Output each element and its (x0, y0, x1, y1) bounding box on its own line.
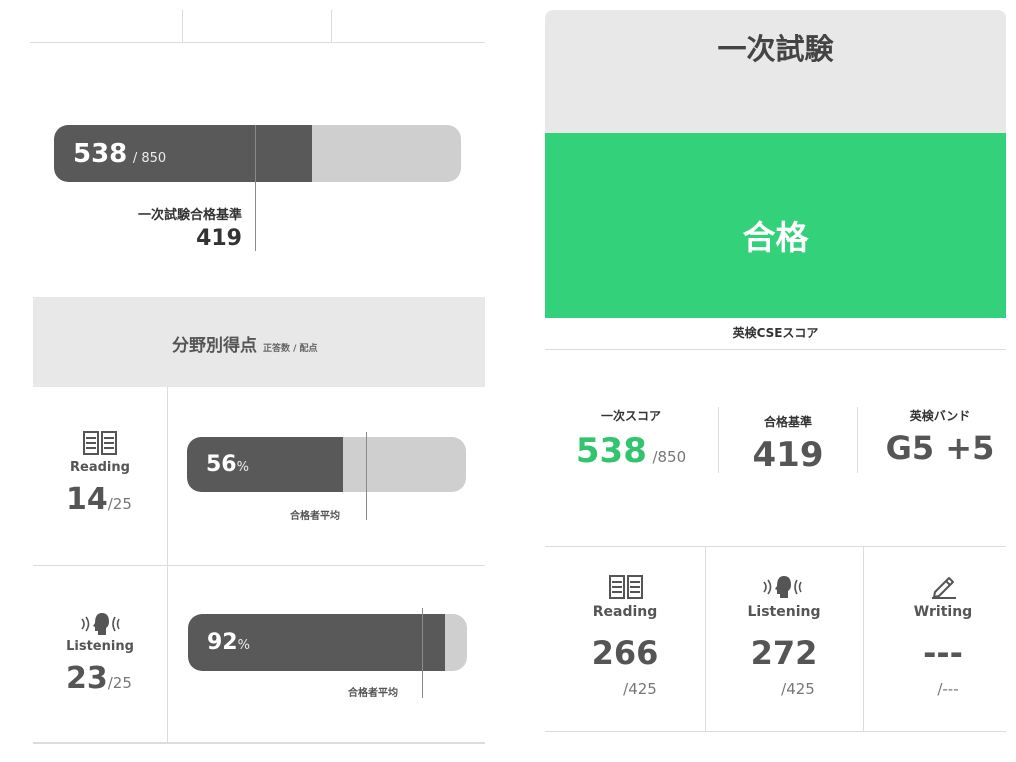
listening-percent-sign: % (237, 638, 250, 653)
reading-cse-max: /425 (623, 680, 657, 698)
pass-criterion-marker (254, 125, 256, 251)
reading-percent-value: 56 (206, 452, 237, 477)
reading-percent-text: 56% (206, 452, 249, 477)
writing-cse-label: Writing (913, 604, 973, 620)
listening-percent-text: 92% (207, 630, 250, 655)
reading-cse-label: Reading (592, 604, 658, 620)
primary-score-max: /850 (652, 448, 687, 466)
primary-score-value: 538 (575, 431, 647, 471)
skills-table-top (545, 546, 1006, 547)
reading-score: 14/25 (66, 482, 132, 517)
listening-percent-value: 92 (207, 630, 238, 655)
reading-average-marker (365, 432, 367, 520)
eiken-band-label: 英検バンド (909, 409, 971, 423)
reading-score-value: 14 (66, 482, 108, 517)
listening-average-marker (422, 608, 424, 698)
skills-grid-row-divider (33, 565, 485, 566)
pass-criterion-value: 419 (196, 226, 242, 251)
listening-score-value: 23 (66, 661, 108, 696)
reading-cse-value: 266 (591, 634, 659, 672)
book-icon (609, 575, 643, 603)
primary-score-label: 一次スコア (600, 409, 661, 423)
writing-cse-value: --- (923, 634, 963, 672)
listening-label: Listening (66, 639, 134, 654)
pass-banner: 合格 (545, 133, 1006, 318)
total-score-value: 538 (73, 139, 128, 169)
listening-average-label: 合格者平均 (348, 688, 398, 699)
pass-criterion-score-value: 419 (752, 435, 824, 475)
listening-cse-value: 272 (750, 634, 818, 672)
pencil-icon (930, 573, 958, 603)
summary-col-divider-2 (857, 407, 858, 473)
listening-head-icon (760, 574, 806, 604)
listening-cse-max: /425 (781, 680, 815, 698)
listening-score-max: /25 (107, 674, 132, 692)
writing-cse-max: /--- (937, 680, 959, 698)
total-score-text: 538 / 850 (73, 139, 166, 169)
cse-divider (545, 349, 1006, 350)
pass-result-text: 合格 (742, 218, 809, 257)
pass-criterion-score-label: 合格基準 (763, 415, 812, 429)
result-card-title: 一次試験 (717, 32, 834, 66)
listening-head-icon (78, 611, 124, 641)
section-title: 分野別得点 正答数 / 配点 (172, 331, 318, 356)
result-card-header: 一次試験 (545, 10, 1006, 133)
pass-criterion-label: 一次試験合格基準 (137, 208, 242, 223)
reading-score-max: /25 (107, 495, 132, 513)
summary-col-divider-1 (718, 407, 719, 473)
total-score-max: / 850 (132, 151, 167, 166)
cse-score-label: 英検CSEスコア (732, 326, 819, 340)
top-table-col-divider-1 (182, 10, 183, 42)
result-card: 一次試験 合格 英検CSEスコア (545, 10, 1006, 348)
reading-percent-sign: % (236, 460, 249, 475)
top-table-col-divider-2 (331, 10, 332, 42)
book-icon (83, 431, 117, 459)
reading-label: Reading (70, 460, 130, 475)
skills-table-col-divider-1 (705, 546, 706, 731)
skills-grid-bottom (33, 742, 485, 744)
listening-score: 23/25 (66, 661, 132, 696)
skills-table-bottom (545, 731, 1006, 732)
reading-average-label: 合格者平均 (290, 511, 340, 522)
primary-score: 538 /850 (556, 431, 706, 471)
eiken-band-value: G5 +5 (885, 429, 995, 467)
listening-cse-label: Listening (747, 604, 821, 620)
top-table-divider (30, 42, 485, 43)
section-title-text: 分野別得点 (172, 336, 257, 356)
section-subtitle: 正答数 / 配点 (263, 344, 318, 354)
skills-table-col-divider-2 (863, 546, 864, 731)
